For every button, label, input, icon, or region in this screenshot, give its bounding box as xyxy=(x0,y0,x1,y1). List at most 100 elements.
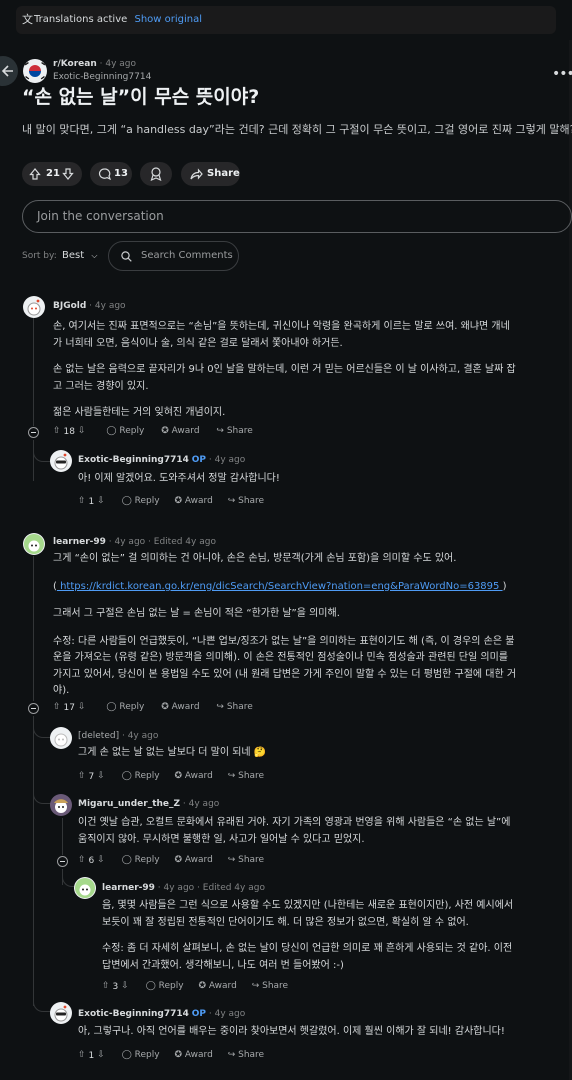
upvote-icon[interactable]: ⇧ xyxy=(53,426,61,436)
search-comments-input[interactable]: Search Comments xyxy=(108,241,239,271)
comment-actions: ⇧ 6 ⇩ ◯ Reply ✪ Award ↪ Share xyxy=(78,855,264,866)
award-button[interactable]: ✪ Award xyxy=(198,981,236,991)
downvote-icon[interactable]: ⇩ xyxy=(97,1050,105,1060)
thread-line[interactable] xyxy=(62,818,63,855)
award-button[interactable]: ✪ Award xyxy=(174,496,212,506)
collapse-button[interactable] xyxy=(57,856,68,867)
share-button[interactable]: Share xyxy=(181,162,240,186)
downvote-icon[interactable]: ⇩ xyxy=(97,855,105,865)
comment-line: 야). xyxy=(53,685,70,696)
award-button[interactable] xyxy=(140,162,172,186)
award-label: Award xyxy=(184,1050,213,1060)
comment-meta: Migaru_under_the_Z · 4y ago xyxy=(78,799,220,809)
upvote-icon[interactable]: ⇧ xyxy=(102,981,110,991)
share-label: Share xyxy=(262,981,289,991)
reply-button[interactable]: ◯ Reply xyxy=(122,1050,160,1060)
award-button[interactable]: ✪ Award xyxy=(161,702,199,712)
reply-button[interactable]: ◯ Reply xyxy=(122,855,160,865)
comment-author[interactable]: Exotic-Beginning7714 xyxy=(78,1009,189,1019)
comment-body: 아, 그렇구나. 아직 언어를 배우는 중이라 찾아보면서 헷갈렸어. 이제 훨… xyxy=(78,1024,505,1041)
award-label: Award xyxy=(171,702,200,712)
share-button[interactable]: ↪ Share xyxy=(228,1050,264,1060)
upvote-icon[interactable]: ⇧ xyxy=(53,702,61,712)
award-button[interactable]: ✪ Award xyxy=(161,426,199,436)
reply-button[interactable]: ◯ Reply xyxy=(146,981,184,991)
translation-bar: 文 Translations active Show original xyxy=(16,6,556,34)
dictionary-link[interactable]: https://krdict.korean.go.kr/eng/dicSearc… xyxy=(57,581,503,592)
post-author[interactable]: Exotic-Beginning7714 xyxy=(53,72,151,82)
share-button[interactable]: ↪ Share xyxy=(216,426,252,436)
upvote-icon[interactable]: ⇧ xyxy=(78,1050,86,1060)
share-button[interactable]: ↪ Share xyxy=(228,771,264,781)
award-icon: ✪ xyxy=(174,496,183,506)
upvote-icon[interactable]: ⇧ xyxy=(78,855,86,865)
reply-button[interactable]: ◯ Reply xyxy=(122,496,160,506)
comment-meta: Exotic-Beginning7714 OP · 4y ago xyxy=(78,1009,246,1019)
comment-author[interactable]: Migaru_under_the_Z xyxy=(78,799,180,809)
share-icon: ↪ xyxy=(227,855,236,865)
share-label: Share xyxy=(238,1050,265,1060)
collapse-button[interactable] xyxy=(28,427,39,438)
thread-line[interactable] xyxy=(33,318,34,426)
subreddit-avatar[interactable] xyxy=(22,58,48,84)
comment-icon xyxy=(98,168,111,180)
reply-button[interactable]: ◯ Reply xyxy=(122,771,160,781)
subreddit-name[interactable]: r/Korean xyxy=(53,59,97,69)
avatar[interactable] xyxy=(50,1002,72,1024)
avatar[interactable] xyxy=(23,533,45,555)
upvote-icon[interactable]: ⇧ xyxy=(78,771,86,781)
sort-value: Best xyxy=(62,250,85,261)
comment-actions: ⇧ 3 ⇩ ◯ Reply ✪ Award ↪ Share xyxy=(102,981,288,992)
comment-meta: learner-99 · 4y ago · Edited 4y ago xyxy=(53,537,216,547)
award-button[interactable]: ✪ Award xyxy=(174,855,212,865)
downvote-icon[interactable]: ⇩ xyxy=(78,426,86,436)
share-button[interactable]: ↪ Share xyxy=(252,981,288,991)
share-button[interactable]: ↪ Share xyxy=(216,702,252,712)
share-label: Share xyxy=(238,855,265,865)
award-label: Award xyxy=(184,496,213,506)
downvote-icon[interactable]: ⇩ xyxy=(78,702,86,712)
award-button[interactable]: ✪ Award xyxy=(174,1050,212,1060)
upvote-icon[interactable]: ⇧ xyxy=(78,496,86,506)
share-button[interactable]: ↪ Share xyxy=(228,496,264,506)
share-button[interactable]: ↪ Share xyxy=(228,855,264,865)
comments-button[interactable]: 13 xyxy=(90,162,132,186)
comment-line: 움직이지 않아. 무시하면 불행한 일, 사고가 일어날 수 있다고 믿었지. xyxy=(78,833,365,845)
thread-line[interactable] xyxy=(33,556,34,701)
comment-line: 가지고 있어서, 당신이 본 용법일 수도 있어 (내 원래 답변은 가게 주인… xyxy=(53,668,517,680)
comment-author[interactable]: Exotic-Beginning7714 xyxy=(78,455,189,465)
back-arrow-icon xyxy=(1,65,13,77)
more-options-icon[interactable]: ••• xyxy=(552,66,572,82)
edited-label: Edited 4y ago xyxy=(202,883,265,893)
upvote-icon[interactable] xyxy=(29,168,41,180)
comment-time: 4y ago xyxy=(94,301,126,311)
comment-author: [deleted] xyxy=(78,731,120,741)
reply-button[interactable]: ◯ Reply xyxy=(106,426,144,436)
reply-button[interactable]: ◯ Reply xyxy=(106,702,144,712)
avatar xyxy=(50,727,72,749)
show-original-link[interactable]: Show original xyxy=(134,14,202,25)
downvote-icon[interactable]: ⇩ xyxy=(121,981,129,991)
avatar[interactable] xyxy=(74,877,96,899)
post-time: 4y ago xyxy=(105,59,136,69)
downvote-icon[interactable] xyxy=(62,168,74,180)
award-button[interactable]: ✪ Award xyxy=(174,771,212,781)
search-icon xyxy=(121,251,132,262)
post-meta: r/Korean · 4y ago xyxy=(53,59,136,69)
reply-label: Reply xyxy=(119,426,145,436)
comment-author[interactable]: learner-99 xyxy=(102,883,155,893)
join-conversation-input[interactable]: Join the conversation xyxy=(22,200,572,233)
avatar[interactable] xyxy=(23,296,45,318)
downvote-icon[interactable]: ⇩ xyxy=(97,771,105,781)
back-button[interactable] xyxy=(0,56,18,86)
comment-author[interactable]: BJGold xyxy=(53,301,86,311)
avatar[interactable] xyxy=(50,450,72,472)
collapse-button[interactable] xyxy=(28,703,39,714)
deleted-avatar-icon xyxy=(54,733,68,747)
korea-flag-icon xyxy=(23,59,47,83)
sort-dropdown[interactable]: Best ⌵ xyxy=(62,250,97,261)
avatar[interactable] xyxy=(50,794,72,816)
comment-author[interactable]: learner-99 xyxy=(53,537,106,547)
comment-line: 수정: 다른 사람들이 언급했듯이, “나쁜 업보/징조가 없는 날”을 의미하… xyxy=(53,635,515,647)
downvote-icon[interactable]: ⇩ xyxy=(97,496,105,506)
